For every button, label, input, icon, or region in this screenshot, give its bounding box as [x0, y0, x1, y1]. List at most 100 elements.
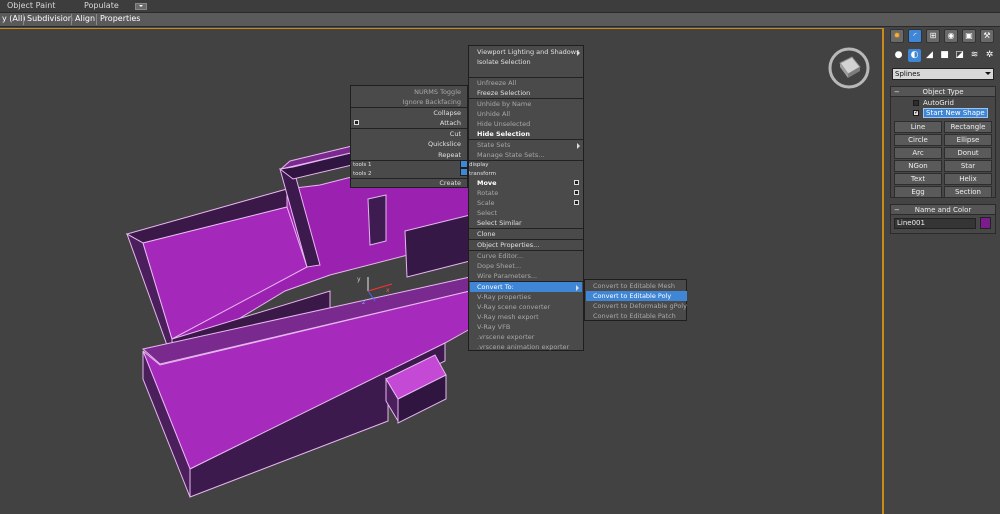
settings-box-icon[interactable]: [574, 200, 579, 205]
menu-item-attach[interactable]: Attach: [351, 118, 467, 128]
menu-item-unhide-all[interactable]: Unhide All: [477, 109, 510, 119]
menu-item-move[interactable]: Move: [477, 178, 583, 188]
line-button[interactable]: Line: [894, 121, 942, 133]
rectangle-button[interactable]: Rectangle: [944, 121, 992, 133]
menu-item-select[interactable]: Select: [477, 208, 497, 218]
settings-box-icon[interactable]: [574, 180, 579, 185]
gizmo-x-label: x: [386, 287, 390, 294]
menu-item-unfreeze-all[interactable]: Unfreeze All: [477, 78, 516, 88]
convert-to-submenu: Convert to Editable Mesh Convert to Edit…: [584, 279, 687, 321]
section-button[interactable]: Section: [944, 186, 992, 198]
arc-button[interactable]: Arc: [894, 147, 942, 159]
menu-item-create[interactable]: Create: [351, 178, 467, 188]
viewcube-icon[interactable]: [828, 47, 870, 89]
menu-item-convert-to[interactable]: Convert To:: [470, 282, 582, 292]
menu-item-dope-sheet[interactable]: Dope Sheet...: [477, 261, 521, 271]
menu-item-convert-editable-mesh[interactable]: Convert to Editable Mesh: [586, 281, 687, 291]
menu-item-viewport-lighting[interactable]: Viewport Lighting and Shadows: [477, 47, 583, 57]
create-icon[interactable]: ✹: [890, 29, 904, 43]
cameras-icon[interactable]: ■: [938, 49, 951, 62]
menu-item-isolate-selection[interactable]: Isolate Selection: [477, 57, 531, 67]
object-name-field[interactable]: Line001: [894, 218, 976, 229]
object-type-header[interactable]: − Object Type: [891, 87, 995, 97]
menu-item-collapse[interactable]: Collapse: [351, 108, 467, 118]
menu-item-state-sets[interactable]: State Sets: [477, 140, 583, 150]
menu-item-quickslice[interactable]: Quickslice: [351, 139, 467, 149]
menu-item-vray-vfb[interactable]: V-Ray VFB: [477, 322, 510, 332]
menu-item-unhide-by-name[interactable]: Unhide by Name: [477, 99, 531, 109]
menu-item-curve-editor[interactable]: Curve Editor...: [477, 251, 523, 261]
display-icon[interactable]: ▣: [962, 29, 976, 43]
ribbon-separator: [96, 14, 97, 25]
settings-box-icon[interactable]: [354, 120, 359, 125]
star-button[interactable]: Star: [944, 160, 992, 172]
circle-button[interactable]: Circle: [894, 134, 942, 146]
modify-icon[interactable]: ◜: [908, 29, 922, 43]
tab-populate[interactable]: Populate: [84, 1, 119, 10]
ribbon-options-dropdown[interactable]: [135, 3, 147, 10]
command-panel-tabs: ✹ ◜ ⊞ ◉ ▣ ⚒: [890, 29, 1000, 43]
collapse-icon: −: [894, 88, 900, 96]
utilities-icon[interactable]: ⚒: [980, 29, 994, 43]
menu-item-vrscene-exporter[interactable]: .vrscene exporter: [477, 332, 534, 342]
menu-item-hide-unselected[interactable]: Hide Unselected: [477, 119, 530, 129]
menu-item-ignore-backfacing[interactable]: Ignore Backfacing: [351, 97, 467, 107]
donut-button[interactable]: Donut: [944, 147, 992, 159]
shapes-icon[interactable]: ◐: [908, 49, 921, 62]
gizmo-y-label: y: [357, 276, 361, 283]
menu-item-hide-selection[interactable]: Hide Selection: [477, 129, 530, 139]
submenu-arrow-icon: [577, 143, 580, 149]
menu-item-vray-mesh-export[interactable]: V-Ray mesh export: [477, 312, 539, 322]
category-dropdown[interactable]: Splines: [892, 68, 994, 80]
spacewarps-icon[interactable]: ≋: [968, 49, 981, 62]
object-color-swatch[interactable]: [980, 217, 991, 229]
motion-icon[interactable]: ◉: [944, 29, 958, 43]
menu-item-repeat[interactable]: Repeat: [351, 150, 467, 160]
collapse-icon: −: [894, 206, 900, 214]
menu-item-convert-editable-poly[interactable]: Convert to Editable Poly: [586, 291, 687, 301]
menu-item-vrscene-animation-exporter[interactable]: .vrscene animation exporter: [477, 342, 569, 352]
name-and-color-header[interactable]: − Name and Color: [891, 205, 995, 215]
start-new-shape-label[interactable]: Start New Shape: [923, 108, 988, 118]
autogrid-checkbox[interactable]: [913, 100, 919, 106]
menu-item-vray-properties[interactable]: V-Ray properties: [477, 292, 531, 302]
egg-button[interactable]: Egg: [894, 186, 942, 198]
menu-item-object-properties[interactable]: Object Properties...: [477, 240, 539, 250]
helix-button[interactable]: Helix: [944, 173, 992, 185]
menu-item-manage-state-sets[interactable]: Manage State Sets...: [477, 150, 544, 160]
menu-item-rotate[interactable]: Rotate: [477, 188, 583, 198]
geometry-icon[interactable]: ●: [892, 49, 905, 62]
quad-switch-tools1[interactable]: [460, 160, 468, 168]
menu-item-convert-editable-patch[interactable]: Convert to Editable Patch: [586, 311, 687, 321]
settings-box-icon[interactable]: [574, 190, 579, 195]
pillar: [367, 194, 387, 246]
tab-align[interactable]: Align: [73, 14, 97, 23]
ribbon-separator: [71, 14, 72, 25]
tab-properties[interactable]: Properties: [98, 14, 142, 23]
menu-item-scale[interactable]: Scale: [477, 198, 583, 208]
submenu-arrow-icon: [576, 285, 579, 291]
category-icons: ● ◐ ◢ ■ ◪ ≋ ✲: [890, 49, 1000, 63]
menu-item-clone[interactable]: Clone: [477, 229, 495, 239]
quad-menu-left: NURMS Toggle Ignore Backfacing Collapse …: [350, 85, 468, 188]
menu-item-nurms-toggle[interactable]: NURMS Toggle: [351, 87, 467, 97]
menu-item-freeze-selection[interactable]: Freeze Selection: [477, 88, 530, 98]
name-and-color-rollout: − Name and Color Line001: [890, 204, 996, 234]
tab-object-paint[interactable]: Object Paint: [7, 1, 55, 10]
menu-item-cut[interactable]: Cut: [351, 129, 467, 139]
lights-icon[interactable]: ◢: [923, 49, 936, 62]
ribbon-top: Object Paint Populate: [0, 0, 1000, 13]
hierarchy-icon[interactable]: ⊞: [926, 29, 940, 43]
tab-subdivision[interactable]: Subdivision: [25, 14, 75, 23]
systems-icon[interactable]: ✲: [983, 49, 996, 62]
helpers-icon[interactable]: ◪: [953, 49, 966, 62]
ngon-button[interactable]: NGon: [894, 160, 942, 172]
menu-item-wire-parameters[interactable]: Wire Parameters...: [477, 271, 537, 281]
menu-item-select-similar[interactable]: Select Similar: [477, 218, 522, 228]
ellipse-button[interactable]: Ellipse: [944, 134, 992, 146]
quad-switch-tools2[interactable]: [460, 168, 468, 176]
menu-item-vray-scene-converter[interactable]: V-Ray scene converter: [477, 302, 550, 312]
start-new-shape-checkbox[interactable]: ✓: [913, 110, 919, 116]
menu-item-convert-deformable-gpoly[interactable]: Convert to Deformable gPoly: [586, 301, 687, 311]
text-button[interactable]: Text: [894, 173, 942, 185]
